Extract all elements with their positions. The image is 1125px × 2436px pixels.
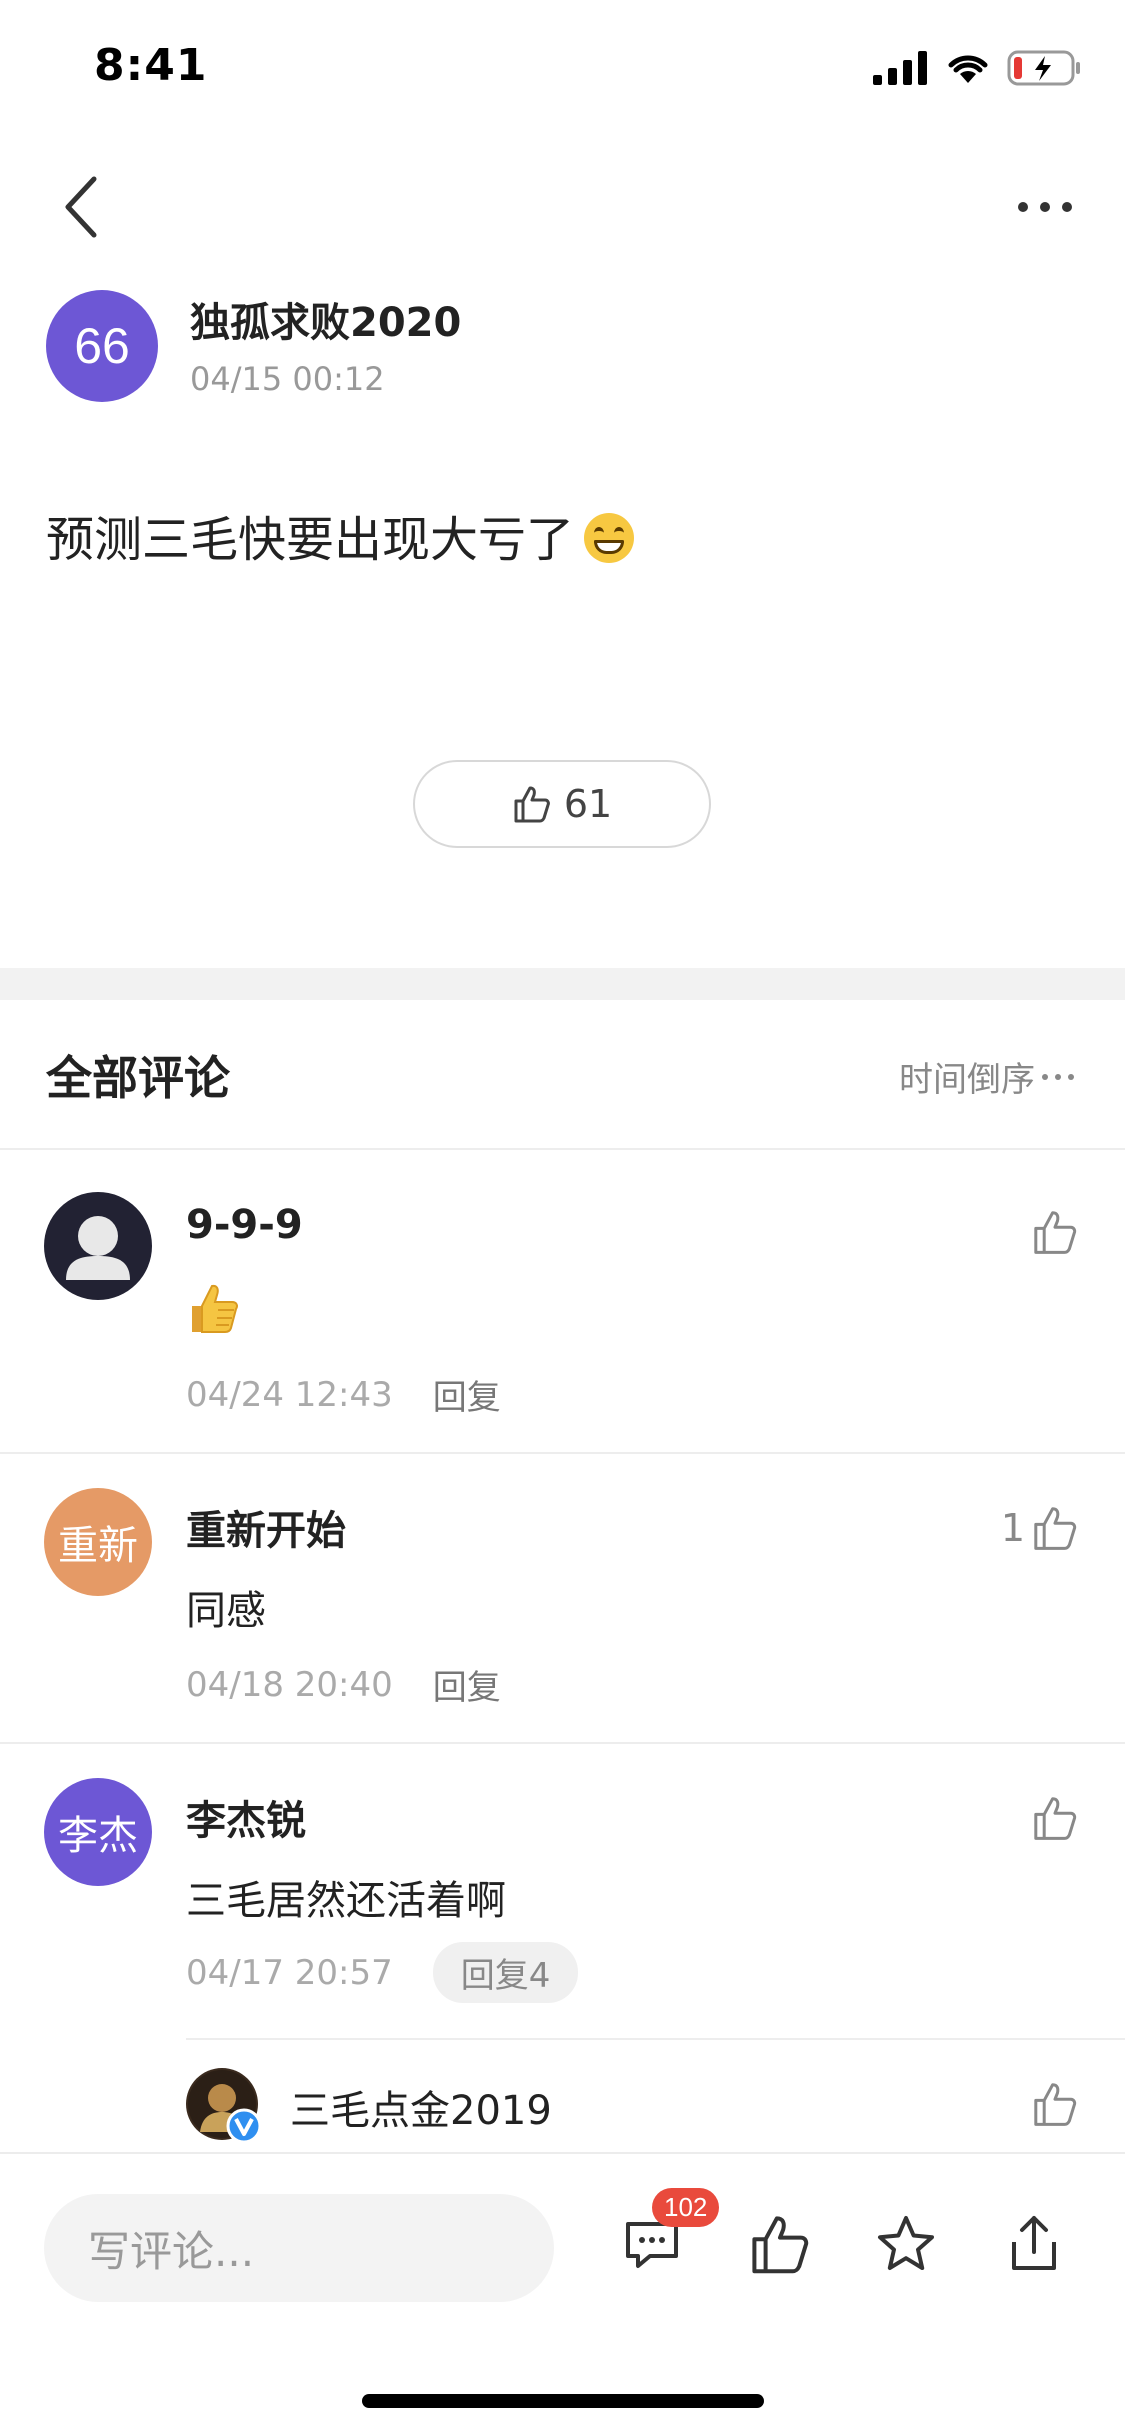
home-indicator[interactable]	[362, 2394, 764, 2408]
back-button[interactable]	[50, 172, 110, 242]
grinning-emoji-icon	[584, 513, 635, 563]
reply-button[interactable]: 回复	[433, 1660, 501, 1709]
verified-badge-icon	[226, 2108, 262, 2144]
favorite-button[interactable]	[866, 2204, 946, 2284]
post-timestamp: 04/15 00:12	[190, 360, 385, 398]
comment-avatar[interactable]	[44, 1192, 152, 1300]
post-like-button[interactable]: 61	[413, 760, 711, 848]
sort-label: 时间倒序	[899, 1060, 1035, 1100]
thumbs-up-icon	[1034, 1211, 1077, 1254]
comment-like-count: 1	[1000, 1506, 1025, 1550]
comments-title: 全部评论	[46, 1051, 230, 1105]
comments-header: 全部评论 时间倒序	[0, 1000, 1125, 1150]
chevron-left-icon	[65, 176, 97, 238]
status-bar: 8:41	[0, 0, 1125, 132]
comment-avatar[interactable]: 李杰	[44, 1778, 152, 1886]
star-icon	[878, 2216, 934, 2270]
comment-time: 04/17 20:57	[186, 1952, 393, 1993]
signal-icon	[873, 51, 927, 85]
thumbs-up-icon	[1034, 2083, 1077, 2126]
comment-item: 李杰 李杰锐 三毛居然还活着啊 04/17 20:57 回复4 三毛点金2019	[0, 1744, 1125, 2152]
wifi-icon	[948, 55, 988, 83]
thumbs-up-icon	[752, 2216, 809, 2274]
more-dot-icon	[1018, 202, 1028, 212]
share-button[interactable]	[994, 2204, 1074, 2284]
status-icons	[873, 50, 1081, 86]
comment-like-button[interactable]: 1	[1001, 1504, 1079, 1552]
sub-reply-like-button[interactable]	[1031, 2080, 1079, 2128]
comment-meta: 04/24 12:43 回复	[186, 1370, 501, 1419]
post-like-count: 61	[563, 782, 613, 826]
reply-button[interactable]: 回复	[433, 1370, 501, 1419]
sort-order-button[interactable]: 时间倒序	[899, 1052, 1075, 1101]
comments-button[interactable]: 102	[612, 2188, 720, 2284]
more-options-button[interactable]	[1005, 182, 1085, 232]
comment-text: 同感	[186, 1588, 266, 1634]
sub-reply-divider	[186, 2038, 1125, 2040]
like-button[interactable]	[740, 2204, 820, 2284]
comment-text: 三毛居然还活着啊	[186, 1878, 506, 1924]
thumbs-up-icon	[514, 786, 550, 823]
section-divider	[0, 968, 1125, 1000]
post-author: 66 独孤求败2020 04/15 00:12	[46, 290, 1046, 410]
thumbs-up-emoji-icon	[192, 1284, 238, 1333]
comment-author[interactable]: 重新开始	[186, 1498, 346, 1556]
comment-item: 重新 重新开始 同感 04/18 20:40 回复 1	[0, 1454, 1125, 1744]
author-name[interactable]: 独孤求败2020	[190, 290, 461, 348]
comment-avatar[interactable]: 重新	[44, 1488, 152, 1596]
ellipsis-icon	[1042, 1073, 1074, 1080]
post-text: 预测三毛快要出现大亏了	[46, 512, 575, 568]
comment-item: 9-9-9 04/24 12:43 回复	[0, 1152, 1125, 1454]
comment-time: 04/18 20:40	[186, 1664, 393, 1705]
comment-author[interactable]: 9-9-9	[186, 1202, 303, 1248]
comment-input[interactable]: 写评论...	[44, 2194, 554, 2302]
comment-meta: 04/17 20:57 回复4	[186, 1942, 579, 2003]
thumbs-up-icon	[1034, 1797, 1077, 1840]
post-body: 预测三毛快要出现大亏了	[46, 500, 635, 570]
more-dot-icon	[1040, 202, 1050, 212]
more-dot-icon	[1062, 202, 1072, 212]
sub-reply-avatar[interactable]	[186, 2068, 262, 2144]
author-avatar[interactable]: 66	[46, 290, 158, 402]
sub-reply-author[interactable]: 三毛点金2019	[290, 2078, 552, 2136]
thumbs-up-icon	[1034, 1507, 1077, 1550]
comment-time: 04/24 12:43	[186, 1374, 393, 1415]
view-replies-button[interactable]: 回复4	[432, 1942, 579, 2003]
comment-like-button[interactable]	[1031, 1208, 1079, 1256]
status-time: 8:41	[94, 40, 208, 91]
default-user-icon	[66, 1216, 130, 1280]
comment-count-badge: 102	[652, 2188, 720, 2227]
comment-meta: 04/18 20:40 回复	[186, 1660, 501, 1709]
comment-like-button[interactable]	[1031, 1794, 1079, 1842]
battery-icon	[1007, 50, 1080, 86]
comment-author[interactable]: 李杰锐	[186, 1788, 306, 1846]
nav-bar	[0, 160, 1125, 250]
share-icon	[1012, 2216, 1056, 2270]
